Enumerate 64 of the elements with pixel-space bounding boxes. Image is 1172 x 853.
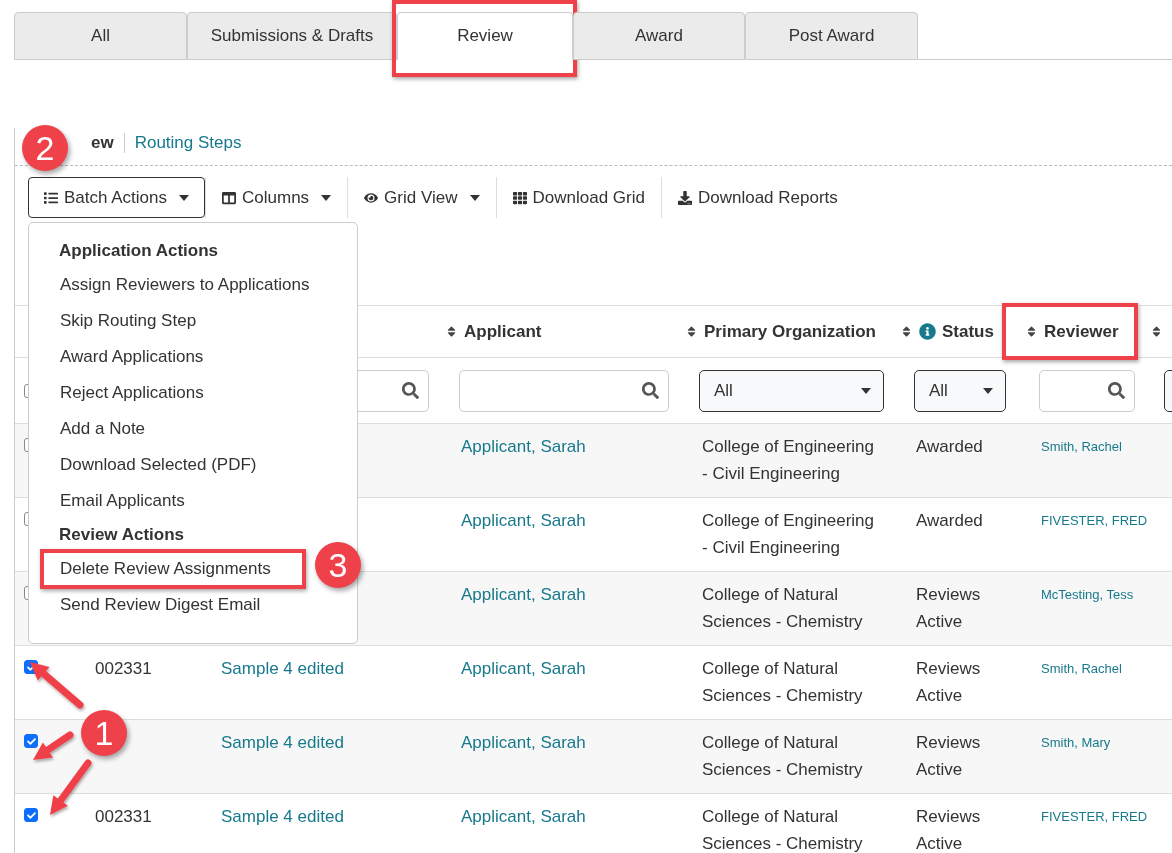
table-cell-text: Sciences - Chemistry [702,611,864,633]
table-cell-text: College of Natural [702,584,840,606]
table-cell-text: Sciences - Chemistry [702,759,864,781]
menu-item[interactable]: Delete Review Assignments [40,549,306,589]
step-badge: 2 [22,125,68,171]
table-cell: 002331 [95,807,152,826]
title-link[interactable]: Sample 4 edited [221,659,344,678]
title-link[interactable]: Sample 4 edited [221,807,344,826]
menu-item[interactable]: Assign Reviewers to Applications [40,267,310,303]
filter-select[interactable]: All [914,369,1006,412]
filter-select[interactable]: All [699,369,884,412]
table-cell-text: College of Natural [702,806,840,828]
menu-heading: Application Actions [58,240,219,262]
title-link[interactable]: Sample 4 edited [221,733,344,752]
table-cell-text: Awarded [916,436,984,458]
column-header[interactable]: Primary Organization [685,321,876,342]
applicant-link[interactable]: Applicant, Sarah [461,733,586,752]
table-cell-text: Reviews [916,806,982,828]
table-cell-text: - Civil Engineering [702,537,841,559]
menu-item[interactable]: Add a Note [40,411,146,447]
table-cell-text: College of Natural [702,658,840,680]
column-header[interactable]: Reviewer [1025,321,1119,342]
tab[interactable]: Post Award [745,12,918,60]
menu-item[interactable]: Reject Applications [40,375,204,411]
table-cell-text: Active [916,611,964,633]
reviewer-link[interactable]: FIVESTER, FRED [1041,809,1148,824]
column-header[interactable]: Status [900,321,994,342]
table-cell-text: Reviews [916,732,982,754]
tab[interactable]: All [14,12,187,60]
subnav-link[interactable]: Routing Steps [123,133,252,153]
table-cell-text: Reviews [916,658,982,680]
menu-item[interactable]: Email Applicants [40,483,185,519]
reviewer-link[interactable]: Smith, Rachel [1041,439,1122,454]
applicant-link[interactable]: Applicant, Sarah [461,659,586,678]
applicant-link[interactable]: Applicant, Sarah [461,807,586,826]
table-cell-text: Awarded [916,510,984,532]
table-cell-text: Active [916,685,964,707]
toolbar-button[interactable]: Batch Actions [28,177,205,218]
table-cell-text: Reviews [916,584,982,606]
menu-item[interactable]: Award Applications [40,339,204,375]
table-cell-text: Active [916,833,964,853]
table-cell-text: Sciences - Chemistry [702,833,864,853]
table-cell-text: College of Engineering [702,436,875,458]
menu-item[interactable]: Send Review Digest Email [40,587,261,623]
table-cell: 002331 [95,659,152,678]
applicant-link[interactable]: Applicant, Sarah [461,437,586,456]
applicant-link[interactable]: Applicant, Sarah [461,511,586,530]
table-cell-text: - Civil Engineering [702,463,841,485]
reviewer-link[interactable]: McTesting, Tess [1041,587,1134,602]
table-cell-text: College of Natural [702,732,840,754]
menu-heading: Review Actions [58,524,186,546]
current-view-label[interactable]: ew [81,133,124,153]
reviewer-link[interactable]: Smith, Mary [1041,735,1111,750]
table-cell-text: Sciences - Chemistry [702,685,864,707]
reviewer-link[interactable]: FIVESTER, FRED [1041,513,1148,528]
menu-item[interactable]: Download Selected (PDF) [40,447,257,483]
reviewer-link[interactable]: Smith, Rachel [1041,661,1122,676]
tab[interactable]: Review [397,12,573,60]
column-header[interactable]: Applicant [445,321,542,342]
table-cell-text: Active [916,759,964,781]
table-cell-text: College of Engineering [702,510,875,532]
menu-item[interactable]: Skip Routing Step [40,303,197,339]
tab[interactable]: Award [573,12,745,60]
applicant-link[interactable]: Applicant, Sarah [461,585,586,604]
